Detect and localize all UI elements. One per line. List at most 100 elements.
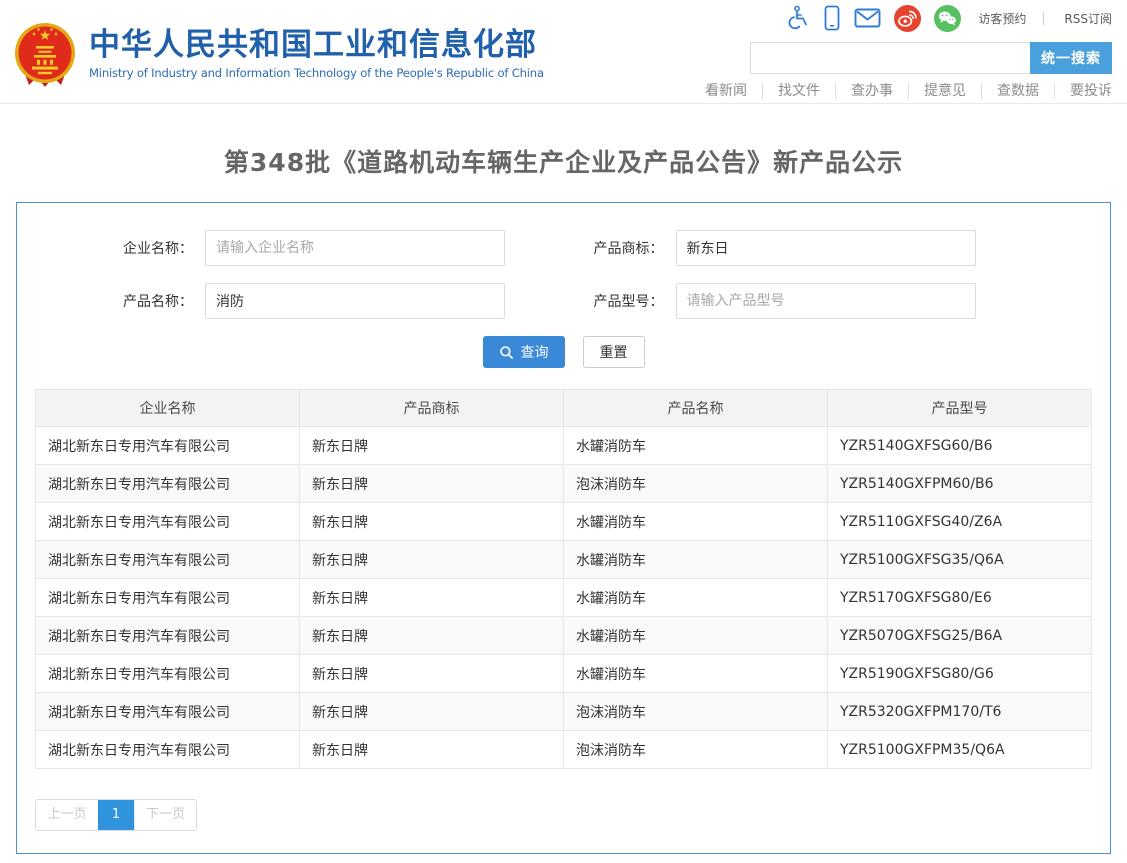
table-row: 湖北新东日专用汽车有限公司 新东日牌 泡沫消防车 YZR5140GXFPM60/…	[36, 465, 1092, 503]
cell-company-name: 湖北新东日专用汽车有限公司	[36, 655, 300, 693]
table-row: 湖北新东日专用汽车有限公司 新东日牌 泡沫消防车 YZR5100GXFPM35/…	[36, 731, 1092, 769]
cell-company-name: 湖北新东日专用汽车有限公司	[36, 579, 300, 617]
cell-product-brand: 新东日牌	[300, 465, 564, 503]
cell-product-model: YZR5140GXFSG60/B6	[828, 427, 1092, 465]
table-row: 湖北新东日专用汽车有限公司 新东日牌 水罐消防车 YZR5140GXFSG60/…	[36, 427, 1092, 465]
search-icon	[499, 345, 514, 360]
header-nav-item[interactable]: 提意见	[908, 83, 981, 99]
cell-company-name: 湖北新东日专用汽车有限公司	[36, 465, 300, 503]
header-nav-item[interactable]: 看新闻	[690, 83, 762, 99]
weibo-icon[interactable]	[894, 5, 921, 32]
form-row-2: 产品名称： 产品型号：	[35, 283, 1092, 319]
product-brand-input[interactable]	[676, 230, 976, 266]
cell-product-name: 水罐消防车	[564, 617, 828, 655]
reset-button[interactable]: 重置	[583, 336, 645, 368]
query-button-label: 查询	[521, 342, 549, 362]
cell-product-model: YZR5100GXFSG35/Q6A	[828, 541, 1092, 579]
cell-product-brand: 新东日牌	[300, 579, 564, 617]
table-row: 湖北新东日专用汽车有限公司 新东日牌 水罐消防车 YZR5190GXFSG80/…	[36, 655, 1092, 693]
cell-product-brand: 新东日牌	[300, 503, 564, 541]
cell-product-model: YZR5100GXFPM35/Q6A	[828, 731, 1092, 769]
cell-product-name: 泡沫消防车	[564, 731, 828, 769]
visitor-appointment-link[interactable]: 访客预约	[978, 10, 1026, 27]
brand-text: 中华人民共和国工业和信息化部 Ministry of Industry and …	[89, 22, 544, 80]
cell-product-name: 泡沫消防车	[564, 465, 828, 503]
cell-product-model: YZR5070GXFSG25/B6A	[828, 617, 1092, 655]
company-name-label: 企业名称：	[35, 238, 205, 258]
field-company-name: 企业名称：	[35, 230, 564, 266]
site-header: 中华人民共和国工业和信息化部 Ministry of Industry and …	[0, 0, 1127, 104]
query-button[interactable]: 查询	[483, 336, 565, 368]
table-row: 湖北新东日专用汽车有限公司 新东日牌 水罐消防车 YZR5100GXFSG35/…	[36, 541, 1092, 579]
product-name-label: 产品名称：	[35, 291, 205, 311]
company-name-input[interactable]	[205, 230, 505, 266]
product-brand-label: 产品商标：	[564, 238, 676, 258]
utility-icon-row: 访客预约 | RSS订阅	[726, 4, 1112, 32]
field-product-name: 产品名称：	[35, 283, 564, 319]
cell-product-model: YZR5320GXFPM170/T6	[828, 693, 1092, 731]
query-panel: 企业名称： 产品商标： 产品名称： 产品型号： 查询 重置	[16, 202, 1111, 854]
cell-product-brand: 新东日牌	[300, 541, 564, 579]
table-row: 湖北新东日专用汽车有限公司 新东日牌 水罐消防车 YZR5170GXFSG80/…	[36, 579, 1092, 617]
pagination: 上一页 1 下一页	[35, 799, 197, 831]
unified-search: 统一搜索	[726, 42, 1112, 74]
cell-product-brand: 新东日牌	[300, 655, 564, 693]
site-title: 中华人民共和国工业和信息化部	[89, 28, 544, 62]
cell-company-name: 湖北新东日专用汽车有限公司	[36, 617, 300, 655]
table-column-header: 产品商标	[300, 390, 564, 427]
unified-search-button[interactable]: 统一搜索	[1030, 42, 1112, 74]
product-model-input[interactable]	[676, 283, 976, 319]
field-product-brand: 产品商标：	[564, 230, 1093, 266]
cell-product-name: 泡沫消防车	[564, 693, 828, 731]
header-right: 访客预约 | RSS订阅 统一搜索 看新闻 找文件 查办事 提意见 查数据 要投…	[726, 4, 1112, 99]
product-model-label: 产品型号：	[564, 291, 676, 311]
header-nav-item[interactable]: 查办事	[835, 83, 908, 99]
brand-link[interactable]: 中华人民共和国工业和信息化部 Ministry of Industry and …	[14, 22, 544, 94]
table-row: 湖北新东日专用汽车有限公司 新东日牌 泡沫消防车 YZR5320GXFPM170…	[36, 693, 1092, 731]
cell-product-name: 水罐消防车	[564, 655, 828, 693]
table-row: 湖北新东日专用汽车有限公司 新东日牌 水罐消防车 YZR5070GXFSG25/…	[36, 617, 1092, 655]
mobile-icon[interactable]	[823, 5, 841, 31]
quick-links-separator: |	[1041, 11, 1045, 25]
results-table: 企业名称 产品商标 产品名称 产品型号 湖北新东日专用汽车有限公司 新东日牌 水…	[35, 389, 1092, 769]
rss-subscribe-link[interactable]: RSS订阅	[1064, 10, 1112, 27]
cell-company-name: 湖北新东日专用汽车有限公司	[36, 541, 300, 579]
table-body: 湖北新东日专用汽车有限公司 新东日牌 水罐消防车 YZR5140GXFSG60/…	[36, 427, 1092, 769]
cell-product-name: 水罐消防车	[564, 579, 828, 617]
site-subtitle: Ministry of Industry and Information Tec…	[89, 66, 544, 80]
table-column-header: 企业名称	[36, 390, 300, 427]
product-name-input[interactable]	[205, 283, 505, 319]
form-buttons: 查询 重置	[35, 336, 1092, 368]
field-product-model: 产品型号：	[564, 283, 1093, 319]
cell-product-name: 水罐消防车	[564, 503, 828, 541]
header-nav-item[interactable]: 查数据	[981, 83, 1054, 99]
prev-page-button[interactable]: 上一页	[36, 800, 98, 830]
header-nav-item[interactable]: 找文件	[762, 83, 835, 99]
cell-company-name: 湖北新东日专用汽车有限公司	[36, 427, 300, 465]
header-nav-item[interactable]: 要投诉	[1054, 83, 1112, 99]
unified-search-input[interactable]	[750, 42, 1030, 74]
cell-company-name: 湖北新东日专用汽车有限公司	[36, 693, 300, 731]
table-column-header: 产品型号	[828, 390, 1092, 427]
mail-icon[interactable]	[854, 8, 881, 28]
form-row-1: 企业名称： 产品商标：	[35, 230, 1092, 266]
cell-product-model: YZR5190GXFSG80/G6	[828, 655, 1092, 693]
next-page-button[interactable]: 下一页	[134, 800, 196, 830]
national-emblem-icon	[14, 22, 76, 94]
cell-product-model: YZR5170GXFSG80/E6	[828, 579, 1092, 617]
cell-product-brand: 新东日牌	[300, 693, 564, 731]
cell-product-brand: 新东日牌	[300, 427, 564, 465]
cell-company-name: 湖北新东日专用汽车有限公司	[36, 503, 300, 541]
page-1-button[interactable]: 1	[98, 800, 134, 830]
table-header-row: 企业名称 产品商标 产品名称 产品型号	[36, 390, 1092, 427]
wechat-icon[interactable]	[934, 5, 961, 32]
table-column-header: 产品名称	[564, 390, 828, 427]
cell-product-name: 水罐消防车	[564, 541, 828, 579]
cell-product-name: 水罐消防车	[564, 427, 828, 465]
table-row: 湖北新东日专用汽车有限公司 新东日牌 水罐消防车 YZR5110GXFSG40/…	[36, 503, 1092, 541]
header-nav: 看新闻 找文件 查办事 提意见 查数据 要投诉	[726, 83, 1112, 99]
accessibility-icon[interactable]	[786, 5, 810, 31]
cell-product-brand: 新东日牌	[300, 617, 564, 655]
cell-product-brand: 新东日牌	[300, 731, 564, 769]
page-title: 第348批《道路机动车辆生产企业及产品公告》新产品公示	[0, 143, 1127, 179]
